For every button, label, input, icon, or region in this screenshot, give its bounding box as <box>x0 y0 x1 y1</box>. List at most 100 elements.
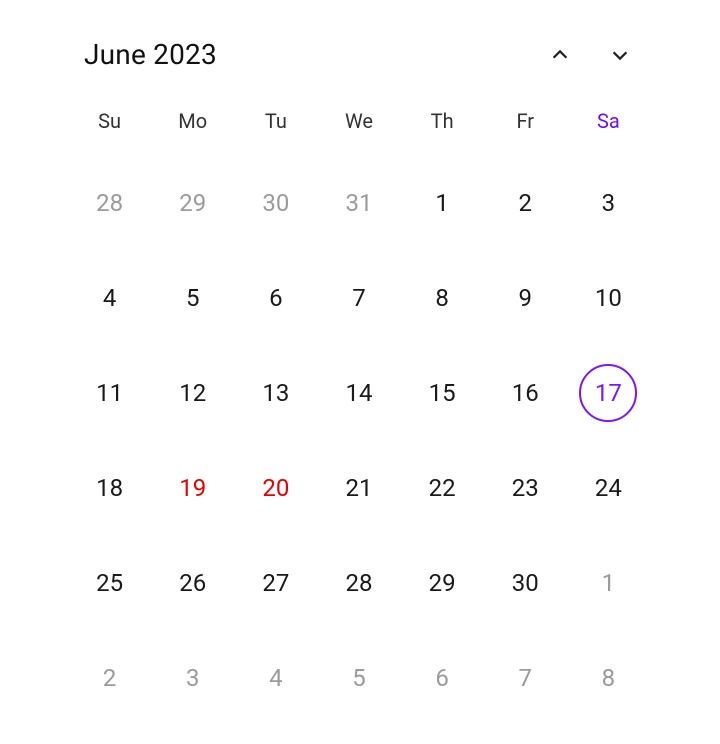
day-of-week-row: SuMoTuWeThFrSa <box>68 99 650 143</box>
month-title[interactable]: June 2023 <box>84 38 217 71</box>
day-cell[interactable]: 23 <box>484 440 567 535</box>
day-cell[interactable]: 11 <box>68 345 151 440</box>
day-number: 28 <box>346 569 373 597</box>
day-of-week-header: Fr <box>484 99 567 143</box>
day-number: 25 <box>96 569 123 597</box>
day-cell[interactable]: 17 <box>567 345 650 440</box>
day-cell[interactable]: 12 <box>151 345 234 440</box>
day-number: 2 <box>519 189 533 217</box>
day-cell[interactable]: 30 <box>484 535 567 630</box>
day-cell[interactable]: 4 <box>234 630 317 725</box>
day-number: 7 <box>519 664 533 692</box>
day-cell[interactable]: 8 <box>567 630 650 725</box>
day-number: 10 <box>595 284 622 312</box>
day-cell[interactable]: 18 <box>68 440 151 535</box>
day-number: 6 <box>435 664 449 692</box>
calendar-header: June 2023 <box>68 38 650 71</box>
day-number: 14 <box>346 379 373 407</box>
month-nav-buttons <box>546 41 634 69</box>
day-number: 16 <box>512 379 539 407</box>
day-cell[interactable]: 26 <box>151 535 234 630</box>
day-cell[interactable]: 5 <box>151 250 234 345</box>
day-number: 8 <box>435 284 449 312</box>
day-cell[interactable]: 1 <box>401 155 484 250</box>
day-of-week-header: Th <box>401 99 484 143</box>
day-number: 3 <box>186 664 200 692</box>
day-number: 6 <box>269 284 283 312</box>
day-cell[interactable]: 13 <box>234 345 317 440</box>
day-cell[interactable]: 9 <box>484 250 567 345</box>
day-number: 4 <box>103 284 117 312</box>
day-cell[interactable]: 3 <box>567 155 650 250</box>
day-cell[interactable]: 5 <box>317 630 400 725</box>
day-number: 12 <box>179 379 206 407</box>
day-cell[interactable]: 1 <box>567 535 650 630</box>
chevron-down-icon <box>609 44 631 66</box>
day-cell[interactable]: 7 <box>317 250 400 345</box>
day-cell[interactable]: 19 <box>151 440 234 535</box>
day-number: 4 <box>269 664 283 692</box>
day-number: 15 <box>429 379 456 407</box>
day-cell[interactable]: 25 <box>68 535 151 630</box>
day-number: 19 <box>179 474 206 502</box>
day-cell[interactable]: 6 <box>401 630 484 725</box>
day-cell[interactable]: 2 <box>484 155 567 250</box>
weeks-grid: 2829303112345678910111213141516171819202… <box>68 155 650 725</box>
day-number: 31 <box>346 189 373 217</box>
day-number: 21 <box>346 474 373 502</box>
day-of-week-header: Mo <box>151 99 234 143</box>
day-of-week-header: Sa <box>567 99 650 143</box>
day-number: 13 <box>262 379 289 407</box>
day-of-week-header: We <box>317 99 400 143</box>
day-cell[interactable]: 15 <box>401 345 484 440</box>
day-cell[interactable]: 14 <box>317 345 400 440</box>
day-of-week-header: Tu <box>234 99 317 143</box>
next-month-button[interactable] <box>606 41 634 69</box>
day-number: 30 <box>262 189 289 217</box>
day-number: 1 <box>602 569 616 597</box>
day-number: 11 <box>96 379 123 407</box>
day-cell[interactable]: 3 <box>151 630 234 725</box>
day-number: 28 <box>96 189 123 217</box>
day-number: 20 <box>262 474 289 502</box>
day-cell[interactable]: 28 <box>68 155 151 250</box>
day-cell[interactable]: 30 <box>234 155 317 250</box>
chevron-up-icon <box>549 44 571 66</box>
day-cell[interactable]: 4 <box>68 250 151 345</box>
day-number: 24 <box>595 474 622 502</box>
day-number: 5 <box>352 664 366 692</box>
prev-month-button[interactable] <box>546 41 574 69</box>
day-cell[interactable]: 24 <box>567 440 650 535</box>
day-cell[interactable]: 28 <box>317 535 400 630</box>
day-cell[interactable]: 6 <box>234 250 317 345</box>
day-cell[interactable]: 27 <box>234 535 317 630</box>
day-number: 9 <box>519 284 533 312</box>
day-cell[interactable]: 10 <box>567 250 650 345</box>
day-cell[interactable]: 31 <box>317 155 400 250</box>
day-number: 17 <box>595 379 622 407</box>
day-number: 22 <box>429 474 456 502</box>
day-cell[interactable]: 16 <box>484 345 567 440</box>
day-number: 26 <box>179 569 206 597</box>
day-number: 29 <box>429 569 456 597</box>
day-number: 29 <box>179 189 206 217</box>
day-of-week-header: Su <box>68 99 151 143</box>
day-cell[interactable]: 21 <box>317 440 400 535</box>
day-number: 30 <box>512 569 539 597</box>
day-cell[interactable]: 20 <box>234 440 317 535</box>
day-number: 2 <box>103 664 117 692</box>
day-number: 23 <box>512 474 539 502</box>
day-number: 1 <box>435 189 449 217</box>
day-number: 27 <box>262 569 289 597</box>
day-number: 3 <box>602 189 616 217</box>
day-cell[interactable]: 2 <box>68 630 151 725</box>
day-cell[interactable]: 29 <box>401 535 484 630</box>
day-number: 7 <box>352 284 366 312</box>
day-number: 5 <box>186 284 200 312</box>
day-cell[interactable]: 22 <box>401 440 484 535</box>
day-cell[interactable]: 29 <box>151 155 234 250</box>
day-number: 18 <box>96 474 123 502</box>
day-cell[interactable]: 8 <box>401 250 484 345</box>
day-number: 8 <box>602 664 616 692</box>
day-cell[interactable]: 7 <box>484 630 567 725</box>
